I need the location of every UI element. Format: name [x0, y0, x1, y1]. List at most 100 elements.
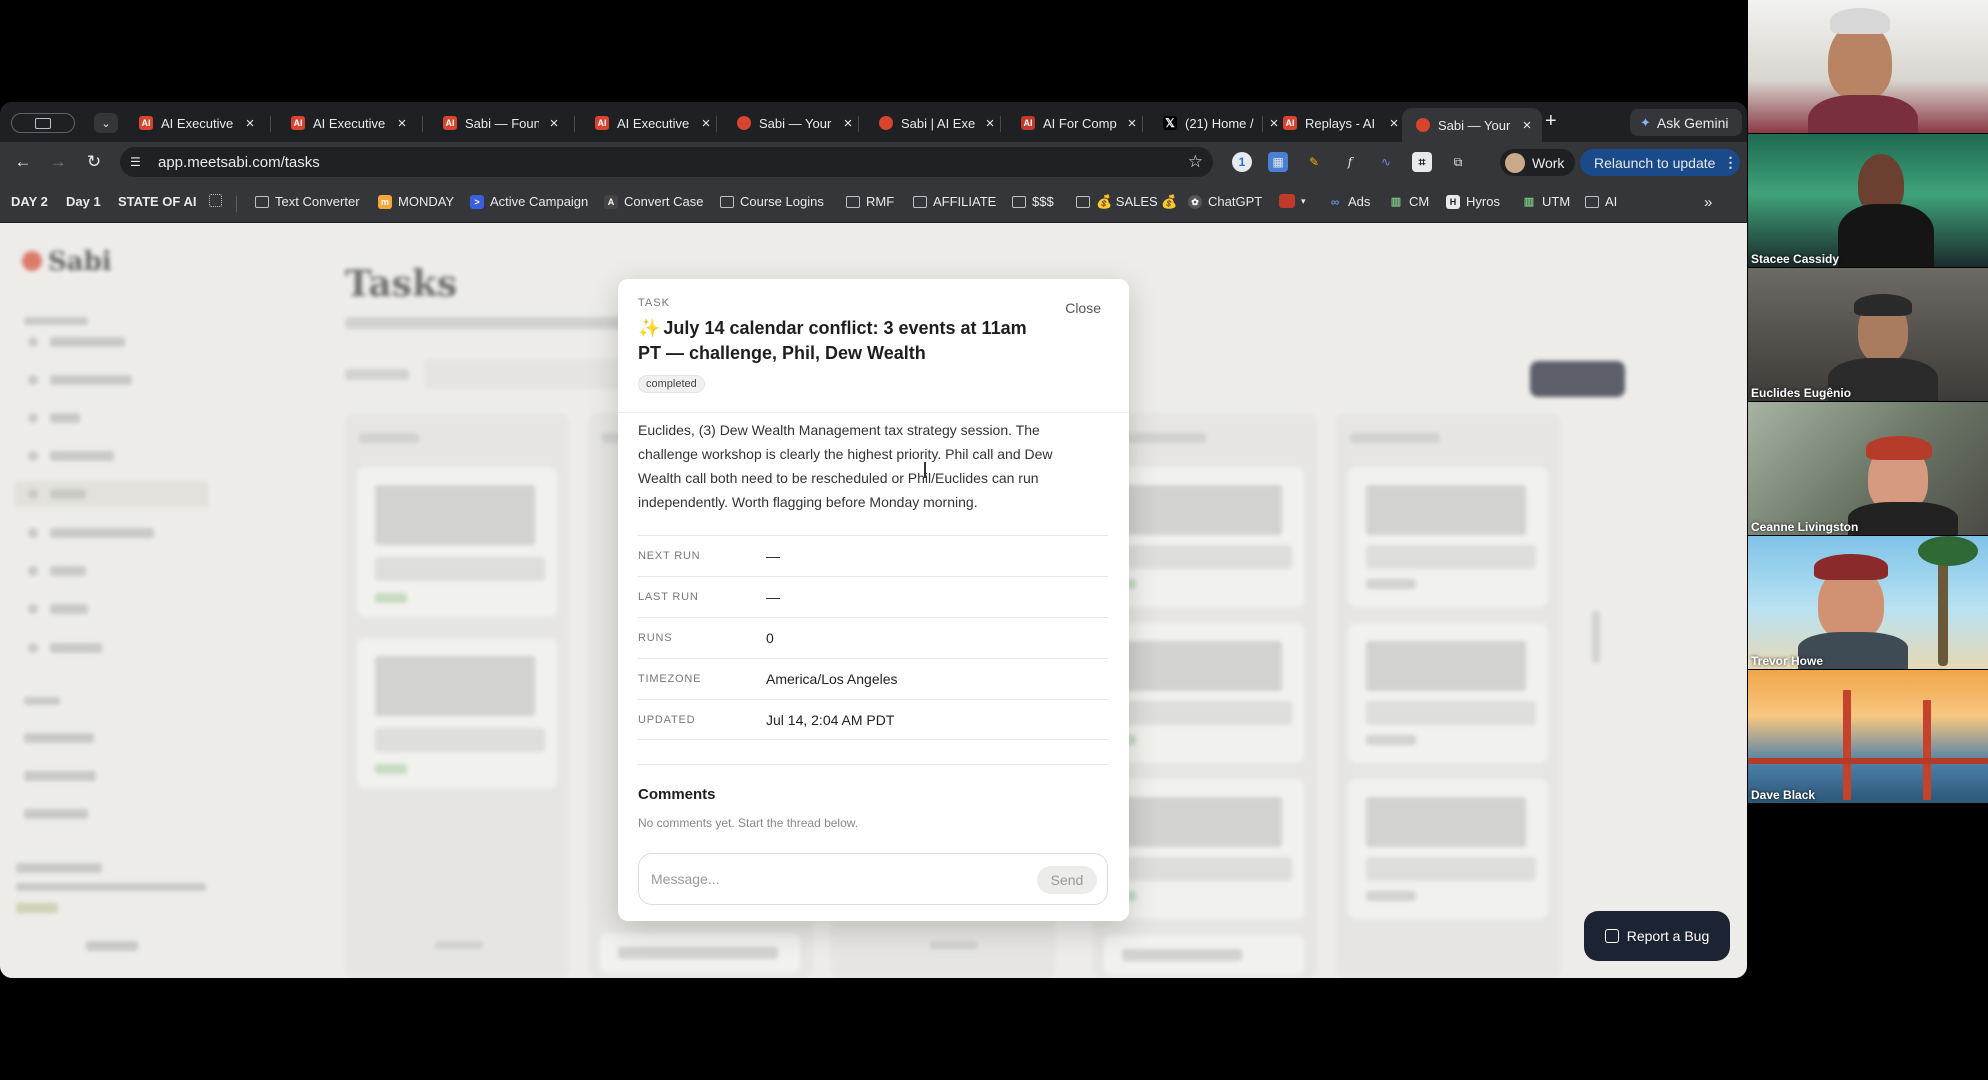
profile-avatar	[1505, 152, 1525, 173]
address-bar[interactable]: ☰ app.meetsabi.com/tasks ☆	[120, 147, 1213, 177]
bookmark-folder[interactable]: RMF	[846, 194, 894, 209]
field-value: Jul 14, 2:04 AM PDT	[766, 712, 895, 728]
close-tab-icon[interactable]: ×	[395, 115, 409, 132]
profile-button[interactable]: Work	[1500, 149, 1575, 176]
task-title: ✨ July 14 calendar conflict: 3 events at …	[638, 316, 1048, 366]
grid-extension-icon[interactable]: ⌗	[1412, 152, 1432, 172]
bookmark-star-icon[interactable]: ☆	[1188, 152, 1203, 172]
tab-title: AI Executive	[617, 115, 690, 131]
report-bug-button[interactable]: Report a Bug	[1584, 911, 1730, 961]
bookmark-folder[interactable]: AI	[1585, 194, 1617, 209]
folder-icon	[720, 195, 734, 208]
bookmark-item[interactable]: ▥ UTM	[1522, 194, 1570, 209]
message-input[interactable]	[651, 868, 1011, 890]
browser-tab[interactable]: AI Sabi — Foun ×	[429, 108, 569, 138]
bookmark-item[interactable]: ▥ CM	[1389, 194, 1429, 209]
ai-favicon-icon: AI	[291, 116, 305, 130]
browser-tab[interactable]: AI AI Executive ×	[125, 108, 265, 138]
apps-grid-icon[interactable]	[209, 194, 222, 207]
bookmark-item[interactable]: > Active Campaign	[470, 194, 588, 209]
close-tab-icon[interactable]: ×	[1125, 115, 1139, 132]
bookmark-item[interactable]: Text Converter	[255, 194, 360, 209]
browser-tab[interactable]: AI AI Executive ×	[581, 108, 721, 138]
close-tab-icon[interactable]: ×	[841, 115, 855, 132]
more-menu-icon[interactable]: ⋮	[1723, 154, 1737, 171]
close-tab-icon[interactable]: ×	[1520, 117, 1534, 134]
tab-search-button[interactable]	[11, 113, 75, 133]
back-arrow-icon[interactable]: ←	[12, 152, 34, 172]
browser-tab[interactable]: AI AI Executive ×	[277, 108, 417, 138]
participant-tile[interactable]: Dave Black	[1748, 670, 1988, 803]
field-row-runs: RUNS 0	[638, 617, 1108, 658]
bookmark-folder[interactable]: 💰 SALES 💰	[1076, 194, 1178, 210]
site-info-icon[interactable]: ☰	[130, 155, 144, 169]
send-button[interactable]: Send	[1037, 866, 1097, 894]
ask-gemini-button[interactable]: ✦ Ask Gemini	[1630, 109, 1742, 136]
bookmark-folder[interactable]: Course Logins	[720, 194, 824, 209]
browser-tab[interactable]: Sabi — Your ×	[723, 108, 863, 138]
bookmark-label: Active Campaign	[490, 194, 589, 209]
field-row-updated: UPDATED Jul 14, 2:04 AM PDT	[638, 699, 1108, 740]
close-tab-icon[interactable]: ×	[699, 115, 713, 132]
field-value: —	[766, 548, 780, 564]
bookmark-item[interactable]: A Convert Case	[604, 194, 703, 209]
participant-tile[interactable]	[1748, 0, 1988, 133]
browser-tab[interactable]: Sabi | AI Exe ×	[865, 108, 1005, 138]
close-tab-icon[interactable]: ×	[983, 115, 997, 132]
tab-title: AI Executive	[313, 115, 386, 131]
extension-icon[interactable]: ▦	[1268, 152, 1288, 172]
field-key: UPDATED	[638, 714, 696, 726]
participant-tile[interactable]: Stacee Cassidy	[1748, 134, 1988, 267]
bookmark-flag-icon[interactable]: ▾	[1279, 194, 1306, 208]
participant-tile[interactable]: Trevor Howe	[1748, 536, 1988, 669]
video-call-panel: Stacee Cassidy Euclides Eugênio Ceanne L…	[1748, 0, 1988, 803]
bookmark-folder[interactable]: $$$	[1012, 194, 1054, 209]
bookmark-item[interactable]: H Hyros	[1446, 194, 1500, 209]
bookmark-folder[interactable]: AFFILIATE	[913, 194, 996, 209]
new-tab-icon[interactable]: +	[1545, 110, 1557, 133]
close-tab-icon[interactable]: ×	[1387, 115, 1401, 132]
ai-favicon-icon: AI	[139, 116, 153, 130]
dropper-extension-icon[interactable]: ✎	[1304, 152, 1324, 172]
browser-tab[interactable]: 𝕏 (21) Home / ×	[1149, 108, 1289, 138]
reload-icon[interactable]: ↻	[83, 152, 105, 172]
bookmark-item[interactable]: ∞ Ads	[1328, 194, 1371, 209]
browser-tab-active[interactable]: Sabi — Your ×	[1402, 108, 1542, 142]
bookmark-item[interactable]: DAY 2	[11, 194, 48, 209]
bookmarks-bar: DAY 2 Day 1 STATE OF AI Text Converter m…	[0, 182, 1747, 223]
ai-favicon-icon: AI	[443, 116, 457, 130]
close-tab-icon[interactable]: ×	[243, 115, 257, 132]
password-manager-icon[interactable]: 1	[1232, 152, 1252, 172]
tab-list-dropdown[interactable]: ⌄	[94, 113, 118, 133]
participant-tile[interactable]: Euclides Eugênio	[1748, 268, 1988, 401]
browser-toolbar: ← → ↻ ☰ app.meetsabi.com/tasks ☆ 1 ▦ ✎ f…	[0, 142, 1747, 182]
formula-extension-icon[interactable]: f	[1340, 152, 1360, 172]
more-bookmarks-icon[interactable]: »	[1704, 194, 1712, 211]
bookmark-label: DAY 2	[11, 194, 48, 209]
extensions-puzzle-icon[interactable]: ⧉	[1448, 152, 1468, 172]
browser-tab[interactable]: AI Replays - AI ×	[1269, 108, 1409, 138]
profile-label: Work	[1532, 154, 1565, 171]
bookmark-label: Text Converter	[275, 194, 360, 209]
ask-gemini-label: Ask Gemini	[1656, 114, 1729, 131]
close-button[interactable]: Close	[1065, 300, 1101, 316]
hyros-icon: H	[1446, 194, 1460, 209]
chart-icon: ▥	[1390, 195, 1402, 208]
field-value: —	[766, 589, 780, 605]
field-key: TIMEZONE	[638, 673, 702, 685]
bookmark-item[interactable]: STATE OF AI	[118, 194, 196, 209]
relaunch-button[interactable]: Relaunch to update ⋮	[1580, 149, 1740, 176]
url-text[interactable]: app.meetsabi.com/tasks	[158, 154, 320, 171]
text-cursor-icon	[924, 462, 926, 478]
bookmark-label: Ads	[1348, 194, 1371, 209]
participant-name: Ceanne Livingston	[1751, 520, 1859, 534]
bookmark-item[interactable]: Day 1	[66, 194, 101, 209]
close-tab-icon[interactable]: ×	[547, 115, 561, 132]
forward-arrow-icon[interactable]: →	[47, 152, 69, 172]
bookmark-item[interactable]: m MONDAY	[378, 194, 454, 209]
bookmark-item[interactable]: ✿ ChatGPT	[1188, 194, 1262, 209]
participant-tile[interactable]: Ceanne Livingston	[1748, 402, 1988, 535]
analytics-extension-icon[interactable]: ∿	[1376, 152, 1396, 172]
comment-composer: Send	[638, 853, 1108, 905]
browser-tab[interactable]: AI AI For Comp ×	[1007, 108, 1147, 138]
